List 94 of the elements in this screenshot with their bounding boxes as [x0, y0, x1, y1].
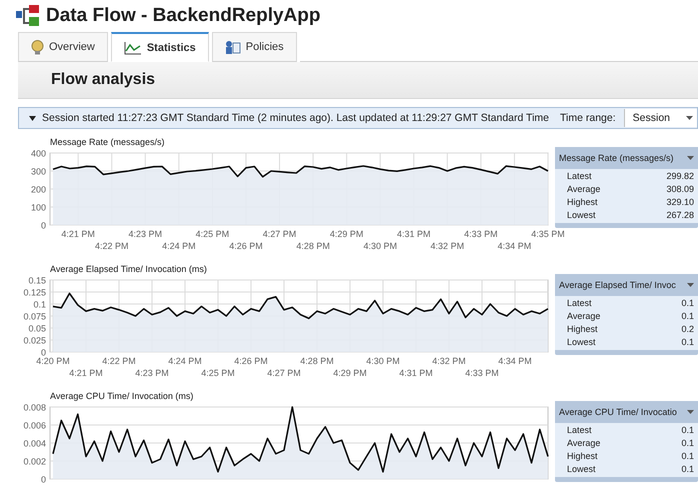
- axis-label: 0: [40, 220, 46, 230]
- stat-label: Highest: [567, 196, 598, 206]
- panel-title: Message Rate (messages/s): [559, 153, 674, 163]
- stat-value: 0.1: [681, 310, 694, 320]
- axis-label: 4:21 PM: [61, 229, 95, 239]
- tab[interactable]: Statistics: [110, 32, 209, 62]
- axis-label: 0.002: [23, 456, 46, 466]
- axis-label: 0.008: [23, 402, 46, 412]
- axis-label: 4:33 PM: [464, 229, 498, 239]
- axis-label: 4:34 PM: [498, 356, 532, 366]
- stat-value: 0.1: [681, 424, 694, 434]
- axis-label: 4:23 PM: [135, 368, 169, 378]
- tab[interactable]: Policies: [212, 32, 297, 62]
- stat-label: Lowest: [567, 210, 596, 220]
- chart-title: Average CPU Time/ Invocation (ms): [50, 391, 194, 401]
- axis-label: 4:20 PM: [36, 356, 70, 366]
- axis-label: 0: [40, 474, 46, 484]
- stat-label: Lowest: [567, 464, 596, 474]
- axis-label: 0.05: [28, 324, 46, 334]
- stat-label: Latest: [567, 424, 592, 434]
- axis-label: 0.15: [28, 276, 46, 286]
- axis-label: 4:33 PM: [465, 368, 499, 378]
- axis-label: 4:30 PM: [363, 241, 397, 251]
- axis-label: 4:30 PM: [366, 356, 400, 366]
- axis-label: 0.006: [23, 420, 46, 430]
- axis-label: 300: [30, 166, 46, 176]
- axis-label: 4:24 PM: [168, 356, 202, 366]
- axis-label: 0: [40, 348, 46, 358]
- axis-label: 4:23 PM: [128, 229, 162, 239]
- policy-icon: [224, 40, 241, 54]
- bulb-icon: [31, 40, 44, 54]
- axis-label: 4:27 PM: [267, 368, 301, 378]
- axis-label: 400: [30, 148, 46, 158]
- stat-label: Lowest: [567, 336, 596, 346]
- axis-label: 4:35 PM: [531, 229, 565, 239]
- stat-value: 329.10: [666, 196, 694, 206]
- axis-label: 4:32 PM: [430, 241, 464, 251]
- stat-label: Highest: [567, 324, 598, 334]
- axis-label: 4:26 PM: [234, 356, 268, 366]
- stat-value: 0.1: [681, 438, 694, 448]
- stat-value: 299.82: [666, 170, 694, 180]
- axis-label: 4:28 PM: [300, 356, 334, 366]
- stat-label: Latest: [567, 298, 592, 308]
- stat-value: 0.1: [681, 298, 694, 308]
- axis-label: 4:31 PM: [397, 229, 431, 239]
- time-range-dropdown[interactable]: Session: [624, 109, 697, 127]
- axis-label: 4:25 PM: [201, 368, 235, 378]
- axis-label: 4:22 PM: [102, 356, 136, 366]
- stat-value: 0.1: [681, 464, 694, 474]
- stat-label: Average: [567, 438, 600, 448]
- stat-value: 308.09: [666, 184, 694, 194]
- axis-label: 4:34 PM: [498, 241, 532, 251]
- axis-label: 0.075: [23, 312, 46, 322]
- axis-label: 4:32 PM: [432, 356, 466, 366]
- stat-label: Average: [567, 310, 600, 320]
- stat-value: 0.1: [681, 336, 694, 346]
- window-title: Data Flow - BackendReplyApp: [46, 5, 320, 27]
- caret-icon: [686, 116, 693, 120]
- axis-label: 4:25 PM: [196, 229, 230, 239]
- axis-label: 4:27 PM: [262, 229, 296, 239]
- stat-value: 0.2: [681, 324, 694, 334]
- stat-label: Highest: [567, 450, 598, 460]
- dropdown-icon[interactable]: [687, 283, 694, 287]
- axis-label: 200: [30, 184, 46, 194]
- tab[interactable]: Overview: [18, 32, 108, 62]
- session-status: Session started 11:27:23 GMT Standard Time (2 minutes ago). Last updated at 11:29:27 GMT Standard Time: [42, 112, 550, 124]
- time-range-label: Time range:: [560, 112, 616, 124]
- chart-title: Message Rate (messages/s): [50, 137, 166, 147]
- axis-label: 4:26 PM: [229, 241, 263, 251]
- dropdown-icon[interactable]: [687, 156, 694, 160]
- panel-title: Average Elapsed Time/ Invoc: [559, 280, 676, 290]
- chart-title: Average Elapsed Time/ Invocation (ms): [50, 264, 208, 274]
- axis-label: 0.1: [33, 300, 46, 310]
- axis-label: 0.125: [23, 288, 46, 298]
- panel-title: Average CPU Time/ Invocatio: [559, 407, 677, 417]
- stat-label: Average: [567, 184, 600, 194]
- collapse-icon[interactable]: [29, 116, 36, 120]
- axis-label: 0.025: [23, 336, 46, 346]
- axis-label: 4:31 PM: [399, 368, 433, 378]
- axis-label: 4:29 PM: [333, 368, 367, 378]
- axis-label: 4:29 PM: [330, 229, 364, 239]
- stat-label: Latest: [567, 170, 592, 180]
- section-title: Flow analysis: [51, 71, 156, 89]
- axis-label: 4:21 PM: [69, 368, 103, 378]
- line-chart-icon: [124, 40, 142, 54]
- stat-value: 0.1: [681, 450, 694, 460]
- stat-value: 267.28: [666, 210, 694, 220]
- axis-label: 4:28 PM: [296, 241, 330, 251]
- dropdown-icon[interactable]: [687, 410, 694, 414]
- axis-label: 4:24 PM: [162, 241, 196, 251]
- axis-label: 0.004: [23, 438, 46, 448]
- axis-label: 4:22 PM: [94, 241, 128, 251]
- axis-label: 100: [30, 202, 46, 212]
- app-icon: [16, 5, 40, 27]
